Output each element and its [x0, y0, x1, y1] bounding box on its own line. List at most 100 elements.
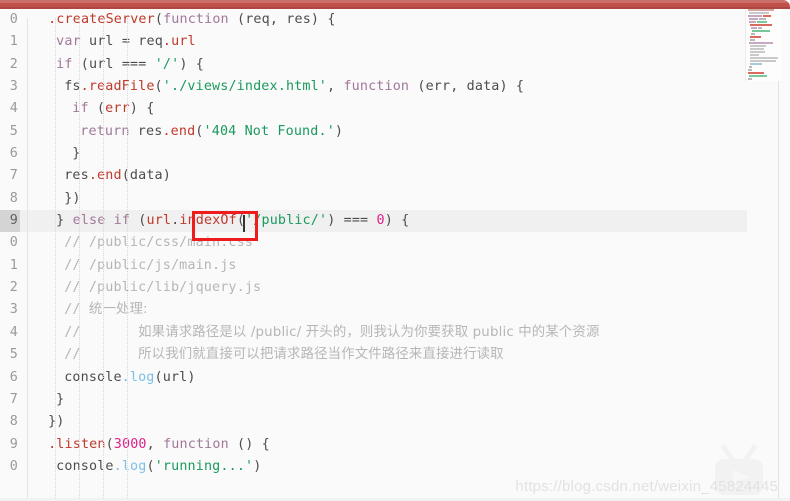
- code-token: (url): [154, 369, 196, 385]
- code-line[interactable]: 1 var url = req.url: [0, 31, 747, 53]
- code-token: function: [163, 436, 229, 452]
- line-text: return res.end('404 Not Found.'): [32, 121, 343, 143]
- minimap-segment: [751, 27, 757, 30]
- code-token: (: [195, 123, 204, 139]
- line-text: if (err) {: [32, 98, 154, 120]
- code-token: ,: [327, 79, 344, 95]
- line-text: var url = req.url: [32, 31, 196, 53]
- minimap-segment: [750, 57, 778, 59]
- indexof-annotation-box: [192, 211, 258, 241]
- titlebar-shadow: [0, 7, 790, 9]
- code-lines[interactable]: 0 .createServer(function (req, res) { 1 var…: [0, 9, 747, 478]
- code-token: 所以我们就直接可以把请求路径当作文件路径来直接进行读取: [138, 347, 504, 363]
- code-token: .createServer: [48, 12, 155, 27]
- line-number: 1: [9, 34, 18, 50]
- line-text: fs.readFile('./views/index.html', functi…: [32, 76, 524, 98]
- code-line[interactable]: 5 // 所以我们就直接可以把请求路径当作文件路径来直接进行读取: [0, 344, 747, 366]
- code-line[interactable]: 3 fs.readFile('./views/index.html', funct…: [0, 76, 747, 98]
- code-token: fs: [64, 79, 81, 95]
- code-line[interactable]: 0// /public/css/main.css: [0, 232, 747, 254]
- code-line[interactable]: 6}: [0, 143, 747, 165]
- line-number: 1: [9, 257, 18, 273]
- code-line[interactable]: 6 console.log(url): [0, 367, 747, 389]
- minimap-segment: [750, 48, 764, 50]
- minimap-segment: [748, 78, 752, 80]
- code-token: .readFile: [80, 79, 155, 95]
- minimap-segment: [748, 72, 764, 74]
- code-token: .url: [162, 34, 196, 50]
- code-token: }: [72, 146, 81, 162]
- code-line[interactable]: 4 // 如果请求路径是以 /public/ 开头的，则我认为你要获取 publi…: [0, 322, 747, 344]
- code-token: function: [163, 12, 229, 27]
- code-line[interactable]: 9 .listen(3000, function () {: [0, 434, 747, 456]
- code-line[interactable]: 4 if (err) {: [0, 98, 747, 120]
- code-token: .log: [121, 369, 155, 385]
- minimap-segment: [750, 51, 765, 53]
- minimap-segment: [757, 21, 767, 24]
- minimap-segment: [763, 15, 771, 18]
- line-text: }: [32, 389, 64, 411]
- code-line[interactable]: 3 // 统一处理:: [0, 299, 747, 321]
- minimap-segment: [750, 24, 772, 27]
- code-line[interactable]: 0 console.log('running...'): [0, 456, 747, 478]
- line-text: }: [32, 143, 80, 165]
- minimap-segment: [749, 42, 773, 45]
- line-number: 6: [9, 369, 18, 385]
- minimap-segment: [759, 18, 766, 21]
- code-token: 如果请求路径是以 /public/ 开头的，则我认为你要获取 public 中的…: [138, 324, 600, 340]
- line-number: 7: [9, 391, 18, 407]
- code-token: .end: [162, 123, 196, 139]
- code-token: (: [130, 213, 147, 229]
- code-token: }: [56, 213, 73, 229]
- code-token: //: [64, 347, 139, 363]
- line-number: 3: [9, 302, 18, 318]
- code-token: return: [80, 123, 130, 139]
- code-line[interactable]: 1 // /public/js/main.js: [0, 255, 747, 277]
- minimap-segment: [750, 36, 761, 39]
- code-token: ): [334, 123, 344, 139]
- line-text: }): [32, 188, 81, 210]
- vertical-scrollbar[interactable]: [778, 9, 779, 501]
- code-line[interactable]: 0 .createServer(function (req, res) {: [0, 9, 747, 31]
- code-token: '404 Not Found.': [203, 123, 335, 139]
- line-text: if (url === '/') {: [32, 54, 204, 76]
- window-titlebar: [0, 0, 790, 9]
- code-line[interactable]: 7}: [0, 389, 747, 411]
- minimap-segment: [758, 27, 762, 30]
- code-token: }: [56, 391, 65, 407]
- code-content-area[interactable]: 0 .createServer(function (req, res) { 1 var…: [0, 9, 747, 501]
- code-token: console: [56, 458, 114, 474]
- line-number: 5: [9, 347, 18, 363]
- code-token: //: [64, 324, 139, 340]
- code-token: if: [72, 101, 89, 117]
- code-line[interactable]: 8}): [0, 188, 747, 210]
- code-token: (req, res) {: [228, 12, 336, 27]
- minimap-segment: [751, 33, 755, 36]
- code-line[interactable]: 8}): [0, 411, 747, 433]
- code-token: // /public/lib/jquery.js: [64, 280, 262, 296]
- line-text: console.log(url): [32, 367, 196, 389]
- line-number: 6: [9, 146, 18, 162]
- editor-right-edge: [785, 9, 790, 501]
- code-line[interactable]: 2 // /public/lib/jquery.js: [0, 277, 747, 299]
- code-line[interactable]: 7 res.end(data): [0, 165, 747, 187]
- minimap-segment: [750, 39, 755, 42]
- code-line[interactable]: 2 if (url === '/') {: [0, 54, 747, 76]
- line-text: // /public/js/main.js: [32, 255, 237, 277]
- minimap-segment: [750, 54, 759, 56]
- code-token: (: [88, 101, 106, 117]
- code-minimap[interactable]: [745, 9, 782, 81]
- minimap-segment: [749, 12, 769, 15]
- code-token: '/': [154, 56, 180, 72]
- minimap-segment: [752, 30, 770, 33]
- line-number: 4: [9, 324, 18, 340]
- code-line[interactable]: 9} else if (url.indexOf('/public/') === …: [0, 210, 747, 233]
- minimap-row: [746, 78, 782, 80]
- code-token: (url ===: [72, 56, 155, 72]
- line-number: 9: [0, 210, 20, 233]
- code-token: // /public/js/main.js: [64, 257, 237, 273]
- code-editor-window: 0 .createServer(function (req, res) { 1 var…: [0, 0, 790, 501]
- code-line[interactable]: 5 return res.end('404 Not Found.'): [0, 121, 747, 143]
- minimap-segment: [749, 75, 767, 77]
- code-token: ) ===: [327, 213, 377, 229]
